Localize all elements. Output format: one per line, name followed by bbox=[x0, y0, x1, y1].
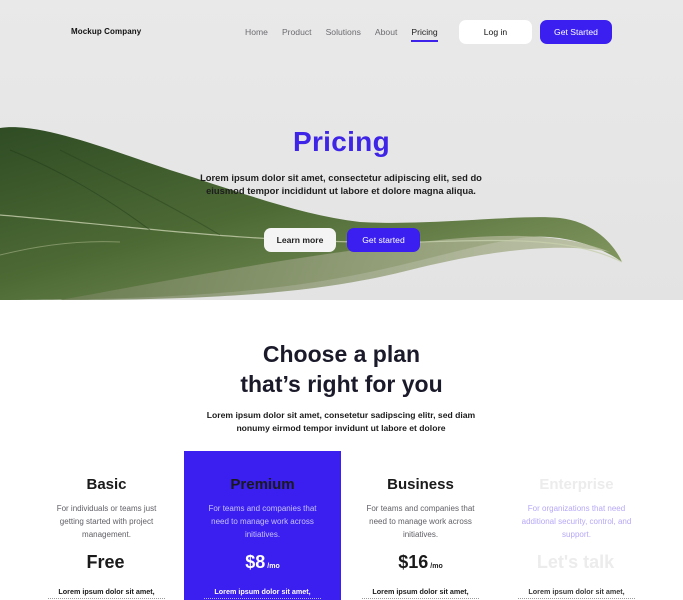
plan-price-value: Let's talk bbox=[536, 552, 615, 572]
plan-name: Business bbox=[387, 476, 454, 493]
plan-price: $16/mo bbox=[342, 552, 499, 573]
nav-link-home[interactable]: Home bbox=[245, 27, 268, 41]
plan-card-enterprise[interactable]: Enterprise For organizations that need a… bbox=[498, 451, 655, 600]
top-navigation: Mockup Company Home Product Solutions Ab… bbox=[0, 0, 683, 64]
nav-link-pricing[interactable]: Pricing bbox=[411, 27, 438, 42]
plans-section-title: Choose a plan that’s right for you bbox=[0, 339, 683, 399]
brand-logo[interactable]: Mockup Company bbox=[71, 27, 141, 36]
plan-feature: Lorem ipsum dolor sit amet, bbox=[528, 587, 625, 596]
plan-description: For individuals or teams just getting st… bbox=[56, 504, 157, 539]
plan-card-basic[interactable]: Basic For individuals or teams just gett… bbox=[28, 451, 185, 600]
pricing-plans: Basic For individuals or teams just gett… bbox=[28, 451, 655, 600]
plan-description: For teams and companies that need to man… bbox=[366, 504, 475, 539]
plan-price-value: $8 bbox=[245, 552, 266, 572]
plan-price-period: /mo bbox=[430, 563, 443, 570]
hero-title: Pricing bbox=[292, 126, 390, 157]
hero-section: Mockup Company Home Product Solutions Ab… bbox=[0, 0, 683, 300]
login-button[interactable]: Log in bbox=[459, 20, 532, 44]
hero-get-started-button[interactable]: Get started bbox=[347, 228, 420, 252]
plans-title-line1: Choose a plan bbox=[262, 341, 421, 367]
nav-get-started-button[interactable]: Get Started bbox=[540, 20, 612, 44]
plan-card-premium[interactable]: Premium For teams and companies that nee… bbox=[184, 451, 341, 600]
hero-subtitle: Lorem ipsum dolor sit amet, consectetur … bbox=[200, 172, 482, 196]
nav-link-solutions[interactable]: Solutions bbox=[326, 27, 361, 41]
plans-title-line2: that’s right for you bbox=[240, 371, 443, 397]
plan-name: Basic bbox=[86, 476, 127, 493]
plan-name: Premium bbox=[230, 476, 295, 493]
plan-price: Let's talk bbox=[498, 552, 655, 573]
nav-link-product[interactable]: Product bbox=[282, 27, 312, 41]
plan-description: For organizations that need additional s… bbox=[521, 504, 632, 539]
plan-description: For teams and companies that need to man… bbox=[208, 504, 317, 539]
plans-section-subtitle: Lorem ipsum dolor sit amet, consetetur s… bbox=[206, 410, 476, 433]
learn-more-button[interactable]: Learn more bbox=[264, 228, 336, 252]
plan-price-value: $16 bbox=[398, 552, 429, 572]
plan-price-value: Free bbox=[86, 552, 125, 572]
plan-price: Free bbox=[28, 552, 185, 573]
plan-price-period: /mo bbox=[267, 563, 280, 570]
plan-feature: Lorem ipsum dolor sit amet, bbox=[214, 587, 311, 596]
plan-name: Enterprise bbox=[539, 476, 614, 493]
plan-card-business[interactable]: Business For teams and companies that ne… bbox=[342, 451, 499, 600]
nav-link-about[interactable]: About bbox=[375, 27, 397, 41]
plan-price: $8/mo bbox=[184, 552, 341, 573]
nav-links: Home Product Solutions About Pricing bbox=[245, 27, 452, 42]
plan-feature: Lorem ipsum dolor sit amet, bbox=[372, 587, 469, 596]
plan-feature: Lorem ipsum dolor sit amet, bbox=[58, 587, 155, 596]
